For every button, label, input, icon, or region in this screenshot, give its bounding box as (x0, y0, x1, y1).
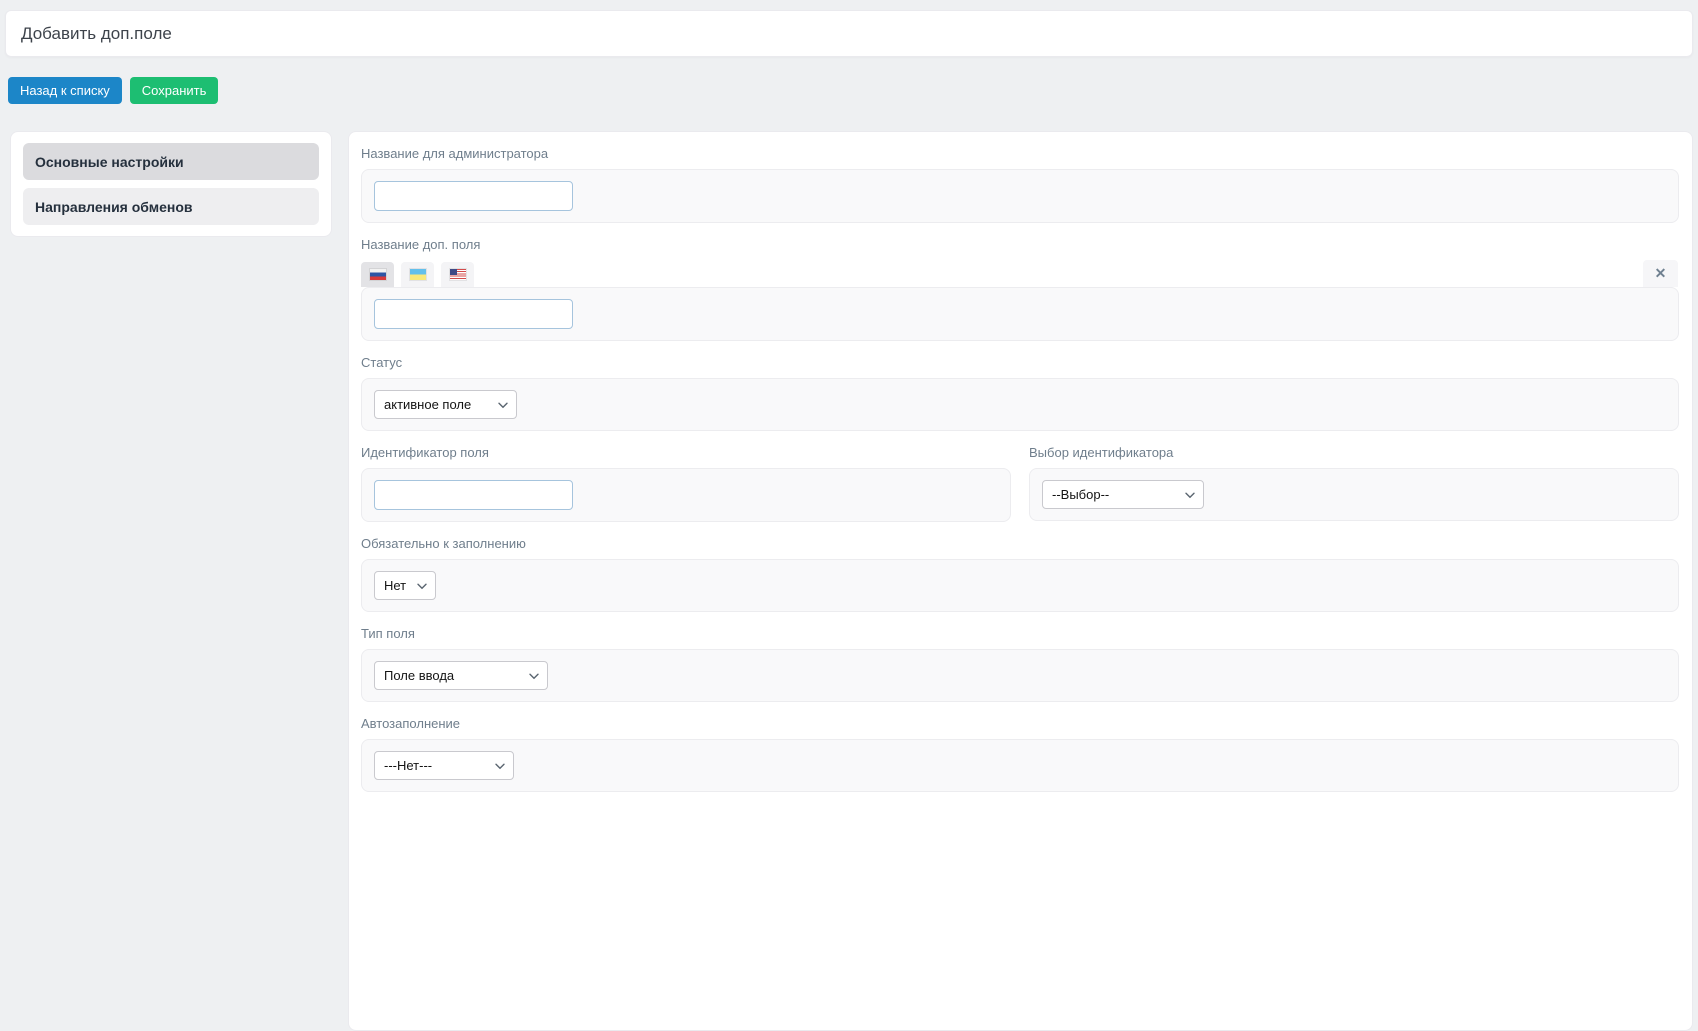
field-group-field-type: Тип поля Поле ввода (361, 626, 1679, 702)
field-group-autofill: Автозаполнение ---Нет--- (361, 716, 1679, 792)
page-header: Добавить доп.поле (5, 10, 1693, 57)
status-select[interactable]: активное поле (374, 390, 517, 419)
back-to-list-button[interactable]: Назад к списку (8, 77, 122, 104)
flag-ua-icon (409, 269, 426, 280)
close-icon: ✕ (1654, 265, 1667, 281)
autofill-select[interactable]: ---Нет--- (374, 751, 514, 780)
lang-tab-us[interactable] (441, 262, 474, 287)
field-group-identifier-select: Выбор идентификатора --Выбор-- (1029, 445, 1679, 522)
admin-name-input[interactable] (374, 181, 573, 211)
page-title: Добавить доп.поле (21, 23, 172, 43)
admin-name-label: Название для администратора (361, 146, 549, 161)
admin-name-panel (361, 169, 1679, 223)
settings-sidebar: Основные настройки Направления обменов (10, 131, 332, 237)
field-type-select[interactable]: Поле ввода (374, 661, 548, 690)
status-panel: активное поле (361, 378, 1679, 431)
lang-tab-ru[interactable] (361, 262, 394, 287)
required-select[interactable]: Нет (374, 571, 436, 600)
sidebar-item-main-settings[interactable]: Основные настройки (23, 143, 319, 180)
content-area: Основные настройки Направления обменов Н… (10, 131, 1693, 1031)
field-type-panel: Поле ввода (361, 649, 1679, 702)
flag-us-icon (449, 269, 466, 280)
identifier-label: Идентификатор поля (361, 445, 489, 460)
form-card: Название для администратора Название доп… (348, 131, 1693, 1031)
required-label: Обязательно к заполнению (361, 536, 526, 551)
field-type-label: Тип поля (361, 626, 415, 641)
required-panel: Нет (361, 559, 1679, 612)
field-group-status: Статус активное поле (361, 355, 1679, 431)
identifier-select[interactable]: --Выбор-- (1042, 480, 1204, 509)
dop-name-input[interactable] (374, 299, 573, 329)
field-group-admin-name: Название для администратора (361, 146, 1679, 223)
identifier-input[interactable] (374, 480, 573, 510)
identifier-row: Идентификатор поля Выбор идентификатора … (361, 445, 1679, 536)
dop-name-label: Название доп. поля (361, 237, 481, 252)
close-translations-button[interactable]: ✕ (1643, 260, 1678, 287)
identifier-select-label: Выбор идентификатора (1029, 445, 1174, 460)
toolbar: Назад к списку Сохранить (8, 77, 1698, 104)
autofill-panel: ---Нет--- (361, 739, 1679, 792)
field-group-dop-name: Название доп. поля ✕ (361, 237, 1679, 341)
status-label: Статус (361, 355, 403, 370)
field-group-identifier: Идентификатор поля (361, 445, 1011, 522)
lang-tab-ua[interactable] (401, 262, 434, 287)
dop-name-panel (361, 287, 1679, 341)
field-group-required: Обязательно к заполнению Нет (361, 536, 1679, 612)
flag-ru-icon (369, 269, 386, 280)
language-tabs: ✕ (361, 260, 1679, 287)
identifier-select-panel: --Выбор-- (1029, 468, 1679, 521)
autofill-label: Автозаполнение (361, 716, 461, 731)
identifier-panel (361, 468, 1011, 522)
sidebar-item-exchange-directions[interactable]: Направления обменов (23, 188, 319, 225)
save-button[interactable]: Сохранить (129, 77, 219, 104)
